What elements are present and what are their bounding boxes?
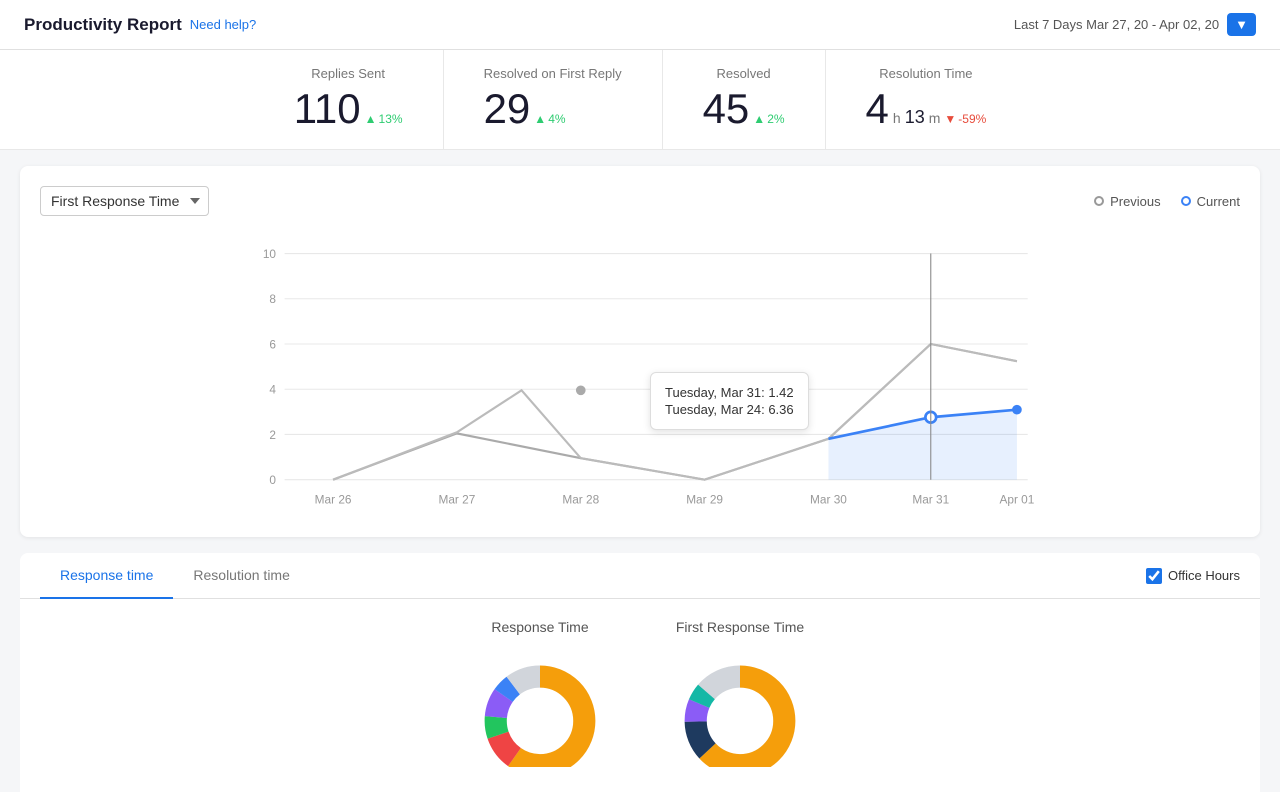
svg-text:Mar 26: Mar 26 bbox=[315, 492, 352, 506]
office-hours-checkbox[interactable] bbox=[1146, 568, 1162, 584]
svg-text:Mar 28: Mar 28 bbox=[562, 492, 599, 506]
svg-text:0: 0 bbox=[269, 473, 276, 487]
donut-title: Response Time bbox=[460, 619, 620, 635]
svg-text:Mar 29: Mar 29 bbox=[686, 492, 723, 506]
tab-response-time[interactable]: Response time bbox=[40, 553, 173, 599]
stat-label: Resolved bbox=[703, 66, 785, 81]
legend-previous: Previous bbox=[1094, 194, 1161, 209]
office-hours-label: Office Hours bbox=[1168, 568, 1240, 583]
legend-current: Current bbox=[1181, 194, 1240, 209]
svg-text:8: 8 bbox=[269, 292, 276, 306]
donut-chart-response bbox=[460, 647, 620, 767]
donut-response-time: Response Time bbox=[460, 619, 620, 772]
chart-container: 10 8 6 4 2 0 Mar 26 Mar 27 Mar 28 Mar 29… bbox=[40, 232, 1240, 517]
stat-value: 4 h 13 m ▼ -59% bbox=[866, 85, 987, 133]
office-hours-control: Office Hours bbox=[1146, 554, 1240, 598]
stat-value: 29 ▲ 4% bbox=[484, 85, 622, 133]
stat-label: Resolved on First Reply bbox=[484, 66, 622, 81]
current-label: Current bbox=[1197, 194, 1240, 209]
stat-change: ▲ 2% bbox=[753, 112, 784, 126]
stats-bar: Replies Sent 110 ▲ 13% Resolved on First… bbox=[0, 50, 1280, 150]
tabs-section: Response time Resolution time Office Hou… bbox=[20, 553, 1260, 599]
tooltip-line2: Tuesday, Mar 24: 6.36 bbox=[665, 402, 794, 417]
svg-text:2: 2 bbox=[269, 428, 276, 442]
tooltip-line1: Tuesday, Mar 31: 1.42 bbox=[665, 385, 794, 400]
stat-first-reply: Resolved on First Reply 29 ▲ 4% bbox=[444, 50, 663, 149]
stat-change: ▲ 13% bbox=[365, 112, 403, 126]
donut-title: First Response Time bbox=[660, 619, 820, 635]
tabs-list: Response time Resolution time bbox=[40, 553, 310, 598]
stat-value: 45 ▲ 2% bbox=[703, 85, 785, 133]
chart-tooltip: Tuesday, Mar 31: 1.42 Tuesday, Mar 24: 6… bbox=[650, 372, 809, 430]
svg-text:Mar 27: Mar 27 bbox=[439, 492, 476, 506]
stat-replies-sent: Replies Sent 110 ▲ 13% bbox=[254, 50, 444, 149]
stat-value: 110 ▲ 13% bbox=[294, 85, 403, 133]
donut-chart-first-response bbox=[660, 647, 820, 767]
line-chart: 10 8 6 4 2 0 Mar 26 Mar 27 Mar 28 Mar 29… bbox=[40, 232, 1240, 512]
tab-resolution-time[interactable]: Resolution time bbox=[173, 553, 310, 599]
stat-resolution-time: Resolution Time 4 h 13 m ▼ -59% bbox=[826, 50, 1027, 149]
tabs-header: Response time Resolution time Office Hou… bbox=[20, 553, 1260, 599]
donuts-section: Response Time First Response Time bbox=[20, 599, 1260, 792]
stat-label: Replies Sent bbox=[294, 66, 403, 81]
svg-text:6: 6 bbox=[269, 337, 276, 351]
previous-label: Previous bbox=[1110, 194, 1161, 209]
page-title: Productivity Report bbox=[24, 15, 182, 35]
previous-dot bbox=[1094, 196, 1104, 206]
chart-section: First Response Time Response Time Resolu… bbox=[20, 166, 1260, 537]
svg-text:4: 4 bbox=[269, 383, 276, 397]
stat-change: ▲ 4% bbox=[534, 112, 565, 126]
svg-text:Mar 31: Mar 31 bbox=[912, 492, 949, 506]
chart-legend: Previous Current bbox=[1094, 194, 1240, 209]
chart-header: First Response Time Response Time Resolu… bbox=[40, 186, 1240, 216]
date-dropdown-button[interactable]: ▼ bbox=[1227, 13, 1256, 36]
help-link[interactable]: Need help? bbox=[190, 17, 257, 32]
stat-resolved: Resolved 45 ▲ 2% bbox=[663, 50, 826, 149]
stat-change: ▼ -59% bbox=[944, 112, 986, 126]
donut-first-response: First Response Time bbox=[660, 619, 820, 772]
chart-metric-selector[interactable]: First Response Time Response Time Resolu… bbox=[40, 186, 209, 216]
svg-text:Mar 30: Mar 30 bbox=[810, 492, 847, 506]
page-header: Productivity Report Need help? Last 7 Da… bbox=[0, 0, 1280, 50]
svg-text:Apr 01: Apr 01 bbox=[999, 492, 1034, 506]
stat-label: Resolution Time bbox=[866, 66, 987, 81]
svg-text:10: 10 bbox=[263, 247, 277, 261]
date-range: Last 7 Days Mar 27, 20 - Apr 02, 20 ▼ bbox=[1014, 13, 1256, 36]
current-dot bbox=[1181, 196, 1191, 206]
